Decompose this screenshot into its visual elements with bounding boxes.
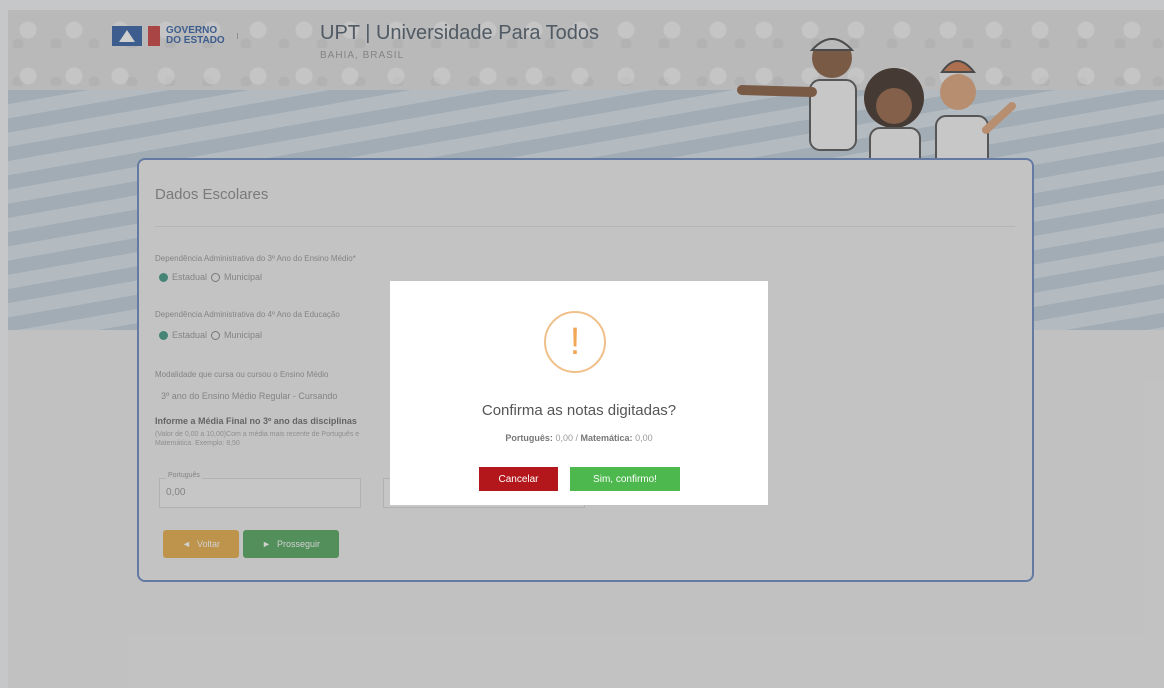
matematica-key: Matemática: xyxy=(580,433,633,443)
grade-separator: / xyxy=(575,433,578,443)
cancel-button[interactable]: Cancelar xyxy=(479,467,558,491)
portugues-grade: 0,00 xyxy=(555,433,573,443)
confirm-dialog: ! Confirma as notas digitadas? Português… xyxy=(390,281,768,505)
portugues-key: Português: xyxy=(505,433,553,443)
matematica-grade: 0,00 xyxy=(635,433,653,443)
confirm-button[interactable]: Sim, confirmo! xyxy=(570,467,680,491)
dialog-detail: Português: 0,00 / Matemática: 0,00 xyxy=(390,433,768,443)
dialog-title: Confirma as notas digitadas? xyxy=(481,402,677,419)
exclamation-icon: ! xyxy=(544,311,606,373)
